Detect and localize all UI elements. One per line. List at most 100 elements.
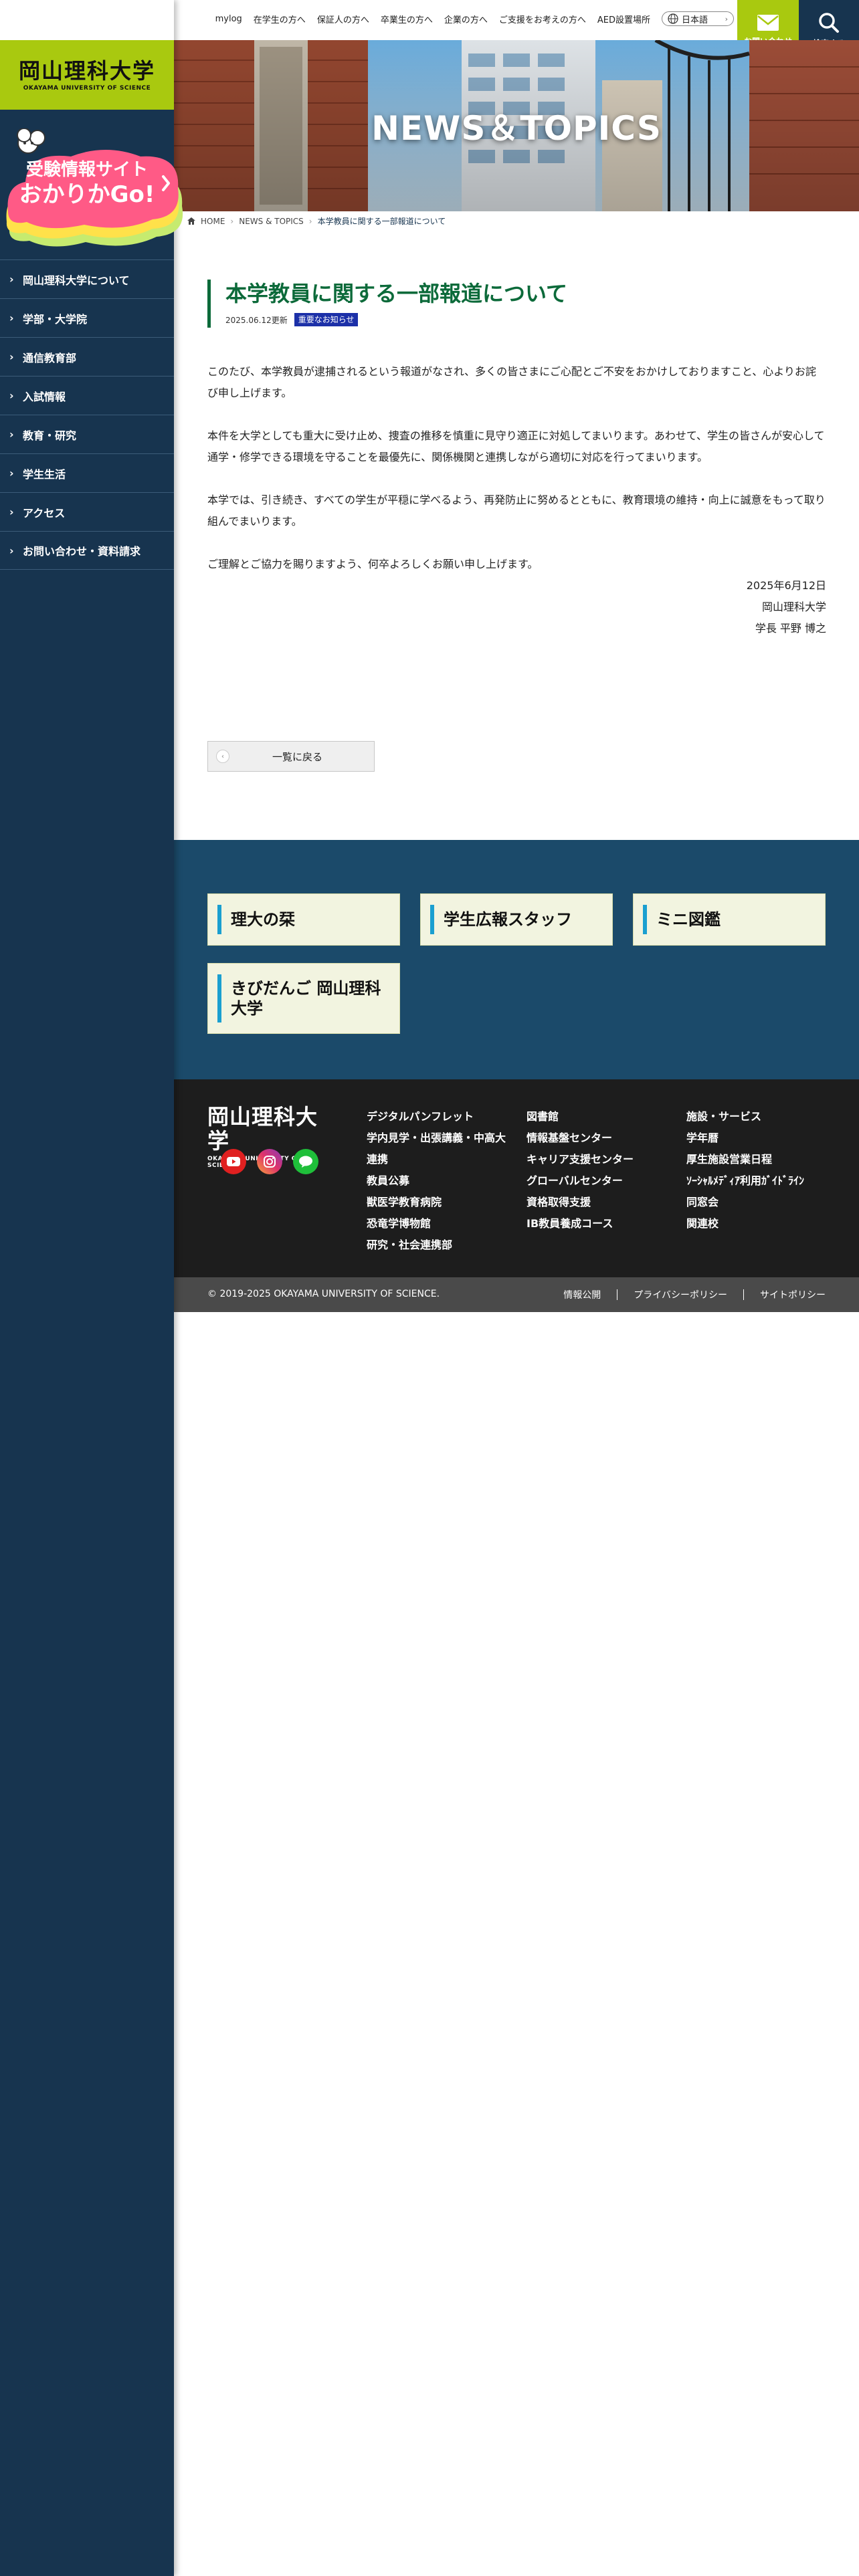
globe-icon bbox=[668, 13, 678, 24]
sidebar-item-label: 教育・研究 bbox=[23, 429, 77, 442]
breadcrumb-current: 本学教員に関する一部報道について bbox=[317, 217, 446, 226]
footer-column-2: 図書館 情報基盤センター キャリア支援センター グローバルセンター 資格取得支援… bbox=[527, 1106, 674, 1235]
sidebar-item-about[interactable]: › 岡山理科大学について bbox=[0, 259, 174, 298]
article-title: 本学教員に関する一部報道について bbox=[225, 281, 568, 306]
feature-card[interactable]: 学生広報スタッフ bbox=[420, 893, 613, 946]
link-aed[interactable]: AED設置場所 bbox=[597, 13, 650, 25]
footer-link[interactable]: IB教員養成コース bbox=[527, 1213, 674, 1235]
article-meta: 2025.06.12更新 重要なお知らせ bbox=[225, 313, 826, 326]
sidebar-item-label: 岡山理科大学について bbox=[23, 274, 130, 287]
logo-text-en: OKAYAMA UNIVERSITY OF SCIENCE bbox=[23, 85, 151, 92]
breadcrumb-section[interactable]: NEWS & TOPICS bbox=[239, 217, 304, 226]
link-current-students[interactable]: 在学生の方へ bbox=[254, 13, 306, 25]
sidebar-top-blank bbox=[0, 0, 174, 40]
sidebar: 岡山理科大学 OKAYAMA UNIVERSITY OF SCIENCE 受験情… bbox=[0, 0, 183, 2576]
footer-link[interactable]: 恐竜学博物館 bbox=[367, 1213, 507, 1235]
link-guardians[interactable]: 保証人の方へ bbox=[317, 13, 369, 25]
news-article: 本学教員に関する一部報道について 2025.06.12更新 重要なお知らせ この… bbox=[207, 280, 826, 639]
category-badge[interactable]: 重要なお知らせ bbox=[294, 313, 359, 326]
feature-card[interactable]: ミニ図鑑 bbox=[633, 893, 826, 946]
footer-link[interactable]: 研究・社会連携部 bbox=[367, 1235, 507, 1256]
footer-link[interactable]: 関連校 bbox=[686, 1213, 847, 1235]
sidebar-item-label: アクセス bbox=[23, 506, 66, 520]
feature-card-label: 学生広報スタッフ bbox=[444, 910, 572, 929]
sidebar-item-correspondence[interactable]: › 通信教育部 bbox=[0, 337, 174, 376]
sidebar-item-label: お問い合わせ・資料請求 bbox=[23, 545, 141, 558]
breadcrumb-home[interactable]: HOME bbox=[201, 217, 225, 226]
exam-info-banner[interactable]: 受験情報サイト おかりかGo! bbox=[5, 128, 187, 250]
exam-banner-line1: 受験情報サイト bbox=[26, 159, 148, 180]
chevron-right-icon: › bbox=[9, 506, 14, 518]
sidebar-item-education-research[interactable]: › 教育・研究 bbox=[0, 415, 174, 453]
sidebar-item-student-life[interactable]: › 学生生活 bbox=[0, 453, 174, 492]
footer-link[interactable]: キャリア支援センター bbox=[527, 1149, 674, 1170]
hero-banner: NEWS＆TOPICS bbox=[174, 40, 859, 211]
language-select[interactable]: 日本語 › bbox=[662, 11, 734, 26]
divider bbox=[743, 1289, 744, 1300]
back-to-list-label: 一覧に戻る bbox=[272, 750, 323, 763]
feature-links: 理大の栞 学生広報スタッフ ミニ図鑑 きびだんご 岡山理科大学 bbox=[174, 840, 859, 1079]
footer-link[interactable]: 施設・サービス bbox=[686, 1106, 847, 1128]
feature-card[interactable]: きびだんご 岡山理科大学 bbox=[207, 963, 400, 1034]
exam-banner-line2: おかりかGo! bbox=[19, 181, 155, 208]
chevron-right-icon: › bbox=[9, 273, 14, 286]
back-to-list-button[interactable]: ‹ 一覧に戻る bbox=[207, 741, 375, 772]
sidebar-item-label: 学部・大学院 bbox=[23, 312, 88, 326]
card-accent-bar bbox=[217, 905, 221, 934]
sidebar-item-faculties[interactable]: › 学部・大学院 bbox=[0, 298, 174, 337]
search-icon bbox=[819, 12, 839, 33]
youtube-icon[interactable] bbox=[221, 1149, 246, 1174]
footer-column-3: 施設・サービス 学年暦 厚生施設営業日程 ｿｰｼｬﾙﾒﾃﾞｨｱ利用ｶﾞｲﾄﾞﾗｲ… bbox=[686, 1106, 847, 1235]
footer-link[interactable]: 厚生施設営業日程 bbox=[686, 1149, 847, 1170]
footer-link[interactable]: 資格取得支援 bbox=[527, 1192, 674, 1213]
article-paragraph: 本学では、引き続き、すべての学生が平穏に学べるよう、再発防止に努めるとともに、教… bbox=[207, 494, 826, 528]
footer-link[interactable]: 教員公募 bbox=[367, 1170, 507, 1192]
link-mylog[interactable]: mylog bbox=[215, 14, 242, 24]
footer-link[interactable]: 学内見学・出張講義・中高大連携 bbox=[367, 1128, 507, 1170]
footer-link[interactable]: ｿｰｼｬﾙﾒﾃﾞｨｱ利用ｶﾞｲﾄﾞﾗｲﾝ bbox=[686, 1170, 847, 1192]
footer-link[interactable]: 図書館 bbox=[527, 1106, 674, 1128]
footer-link[interactable]: デジタルパンフレット bbox=[367, 1106, 507, 1128]
site-logo[interactable]: 岡山理科大学 OKAYAMA UNIVERSITY OF SCIENCE bbox=[0, 40, 174, 110]
article-paragraph: ご理解とご協力を賜りますよう、何卒よろしくお願い申し上げます。 bbox=[207, 558, 539, 570]
card-accent-bar bbox=[430, 905, 434, 934]
line-icon[interactable] bbox=[293, 1149, 318, 1174]
feature-card-label: きびだんご 岡山理科大学 bbox=[231, 979, 381, 1018]
utility-links: mylog 在学生の方へ 保証人の方へ 卒業生の方へ 企業の方へ ご支援をお考え… bbox=[215, 0, 734, 37]
sidebar-item-label: 通信教育部 bbox=[23, 351, 77, 364]
footer-column-1: デジタルパンフレット 学内見学・出張講義・中高大連携 教員公募 獣医学教育病院 … bbox=[367, 1106, 507, 1256]
footer-link[interactable]: 同窓会 bbox=[686, 1192, 847, 1213]
link-alumni[interactable]: 卒業生の方へ bbox=[381, 13, 433, 25]
article-paragraph: 本件を大学としても重大に受け止め、捜査の推移を慎重に見守り適正に対処してまいりま… bbox=[207, 429, 825, 463]
home-icon bbox=[187, 217, 195, 225]
article-header: 本学教員に関する一部報道について 2025.06.12更新 重要なお知らせ bbox=[207, 280, 826, 328]
footer-link[interactable]: 情報基盤センター bbox=[527, 1128, 674, 1149]
breadcrumb: HOME › NEWS & TOPICS › 本学教員に関する一部報道について bbox=[187, 215, 446, 227]
link-companies[interactable]: 企業の方へ bbox=[444, 13, 488, 25]
footer: 岡山理科大学 OKAYAMA UNIVERSITY OF SCIENCE デジタ… bbox=[174, 1079, 859, 1277]
link-privacy-policy[interactable]: プライバシーポリシー bbox=[634, 1288, 727, 1301]
breadcrumb-separator: › bbox=[308, 216, 312, 226]
footer-bottom-bar: © 2019-2025 OKAYAMA UNIVERSITY OF SCIENC… bbox=[174, 1277, 859, 1312]
mail-icon bbox=[757, 14, 779, 31]
link-site-policy[interactable]: サイトポリシー bbox=[760, 1288, 826, 1301]
feature-card[interactable]: 理大の栞 bbox=[207, 893, 400, 946]
instagram-icon[interactable] bbox=[257, 1149, 282, 1174]
chevron-right-icon: › bbox=[9, 544, 14, 557]
signature-date: 2025年6月12日 bbox=[746, 579, 826, 592]
footer-link[interactable]: 獣医学教育病院 bbox=[367, 1192, 507, 1213]
social-links bbox=[221, 1149, 318, 1174]
sidebar-item-admissions[interactable]: › 入試情報 bbox=[0, 376, 174, 415]
footer-link[interactable]: 学年暦 bbox=[686, 1128, 847, 1149]
sidebar-item-access[interactable]: › アクセス bbox=[0, 492, 174, 531]
sidebar-item-contact[interactable]: › お問い合わせ・資料請求 bbox=[0, 531, 174, 570]
article-body: このたび、本学教員が逮捕されるという報道がなされ、多くの皆さまにご心配とご不安を… bbox=[207, 361, 826, 639]
footer-link[interactable]: グローバルセンター bbox=[527, 1170, 674, 1192]
link-disclosure[interactable]: 情報公開 bbox=[563, 1288, 601, 1301]
chevron-right-icon: › bbox=[9, 467, 14, 479]
feature-card-label: ミニ図鑑 bbox=[656, 910, 721, 929]
link-supporters[interactable]: ご支援をお考えの方へ bbox=[499, 13, 586, 25]
chevron-right-icon: › bbox=[9, 389, 14, 402]
card-accent-bar bbox=[217, 974, 221, 1023]
signature-name: 学長 平野 博之 bbox=[755, 622, 826, 635]
